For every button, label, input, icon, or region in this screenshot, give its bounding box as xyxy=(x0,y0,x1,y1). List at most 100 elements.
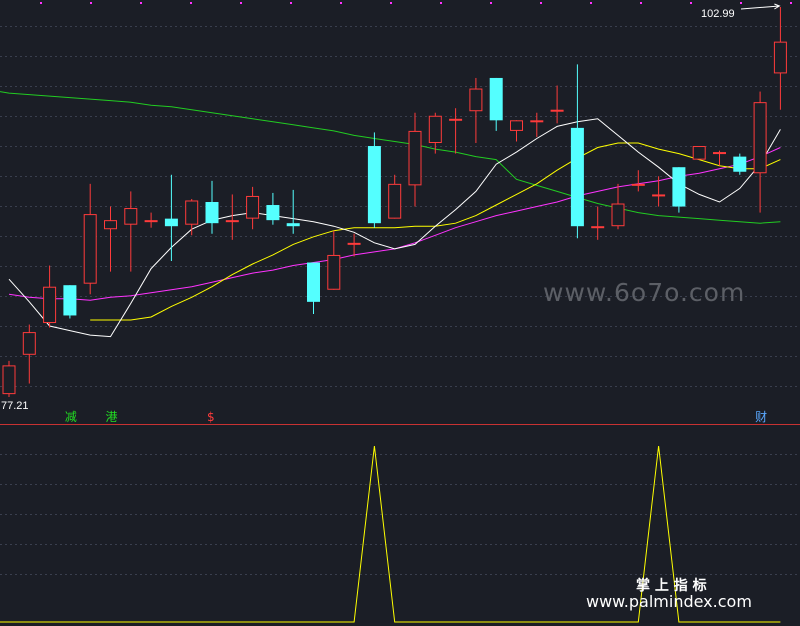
candle xyxy=(428,112,442,154)
candle xyxy=(205,180,219,234)
candle-body-up xyxy=(652,194,666,197)
candle xyxy=(124,191,138,272)
candle xyxy=(83,183,97,295)
top-tick-mark xyxy=(140,2,142,4)
candle xyxy=(43,265,57,328)
event-markers: 减 港 $ 财 xyxy=(65,410,767,424)
candle-body-up xyxy=(591,226,605,229)
candle-body-up xyxy=(22,332,36,355)
candle-body-up xyxy=(2,365,16,395)
top-tick-mark xyxy=(290,2,292,4)
candle-body-up xyxy=(225,220,239,223)
candle xyxy=(286,189,300,234)
candle xyxy=(266,192,280,225)
candle-body-up xyxy=(83,214,97,284)
event-marker: 财 xyxy=(755,410,767,424)
candle-body-down xyxy=(164,218,178,227)
watermark-site-palmindex: www.palmindex.com xyxy=(586,592,752,611)
event-marker: $ xyxy=(207,410,215,424)
candle-body-down xyxy=(672,167,686,207)
candle-body-up xyxy=(469,88,483,112)
candle-body-up xyxy=(611,203,625,227)
candle xyxy=(631,170,645,192)
candle-body-up xyxy=(144,220,158,223)
top-tick-mark xyxy=(540,2,542,4)
candle xyxy=(388,174,402,219)
candle xyxy=(225,194,239,240)
candle-body-down xyxy=(63,285,77,316)
candle-body-up xyxy=(104,220,117,230)
candle xyxy=(367,132,381,228)
top-tick-mark xyxy=(790,2,792,4)
candle xyxy=(408,112,422,207)
candle-body-up xyxy=(713,152,726,155)
candle-body-up xyxy=(510,120,523,131)
low-price-label: 77.21 xyxy=(1,400,29,412)
top-tick-mark xyxy=(590,2,592,4)
candle xyxy=(185,198,199,236)
candle xyxy=(469,77,483,144)
top-tick-mark xyxy=(340,2,342,4)
candle xyxy=(611,183,625,230)
high-price-label: 102.99 xyxy=(701,8,735,20)
candle xyxy=(2,360,16,397)
top-tick-mark xyxy=(640,2,642,4)
candle-body-up xyxy=(185,200,199,225)
top-tick-mark xyxy=(440,2,442,4)
candle-body-up xyxy=(408,130,422,186)
candle-body-up xyxy=(327,254,341,290)
candle-body-up xyxy=(428,115,442,144)
candle xyxy=(692,146,706,160)
candle-body-down xyxy=(489,77,503,121)
top-tick-mark xyxy=(190,2,192,4)
candle-body-up xyxy=(43,286,57,324)
candle-body-down xyxy=(286,223,300,227)
watermark-site-6o7o: www.6o7o.com xyxy=(543,278,746,307)
candle-body-up xyxy=(124,208,138,225)
candle-body-up xyxy=(773,41,787,74)
candle xyxy=(347,233,361,257)
candle-body-down xyxy=(570,127,584,227)
top-tick-mark xyxy=(240,2,242,4)
candle-body-down xyxy=(266,205,280,221)
candle xyxy=(164,174,178,261)
candle xyxy=(327,230,341,290)
event-marker: 减 xyxy=(65,410,77,424)
top-tick-mark xyxy=(740,2,742,4)
top-tick-mark xyxy=(690,2,692,4)
candle xyxy=(144,212,158,228)
candle xyxy=(489,77,503,131)
candle-body-up xyxy=(550,109,564,112)
high-price-arrow xyxy=(740,3,781,10)
candle xyxy=(246,186,260,230)
candle-body-down xyxy=(733,156,747,172)
candle-body-up xyxy=(631,183,645,186)
candle-body-up xyxy=(449,118,463,121)
top-tick-mark xyxy=(490,2,492,4)
candle-body-up xyxy=(753,102,767,174)
candle-body-up xyxy=(347,242,361,245)
stock-chart: 减 港 $ 财 102.99 77.21 xyxy=(0,2,800,623)
candle-body-down xyxy=(205,202,219,224)
candle xyxy=(22,324,36,384)
top-tick-mark xyxy=(90,2,92,4)
candle xyxy=(63,285,77,319)
candle xyxy=(652,176,666,207)
candle xyxy=(672,167,686,213)
candle xyxy=(510,120,523,142)
candlesticks xyxy=(2,3,787,397)
candle-body-down xyxy=(307,262,320,302)
candle-body-up xyxy=(246,195,260,219)
top-tick-mark xyxy=(390,2,392,4)
candle-body-down xyxy=(367,146,381,224)
candle xyxy=(773,7,787,110)
candle-body-up xyxy=(530,120,544,123)
candle xyxy=(550,85,564,124)
candle xyxy=(713,150,726,166)
candle xyxy=(104,206,117,272)
candle xyxy=(753,91,767,213)
top-tick-mark xyxy=(40,2,42,4)
event-marker: 港 xyxy=(106,410,118,424)
candle xyxy=(570,64,584,239)
candle-body-up xyxy=(692,146,706,160)
